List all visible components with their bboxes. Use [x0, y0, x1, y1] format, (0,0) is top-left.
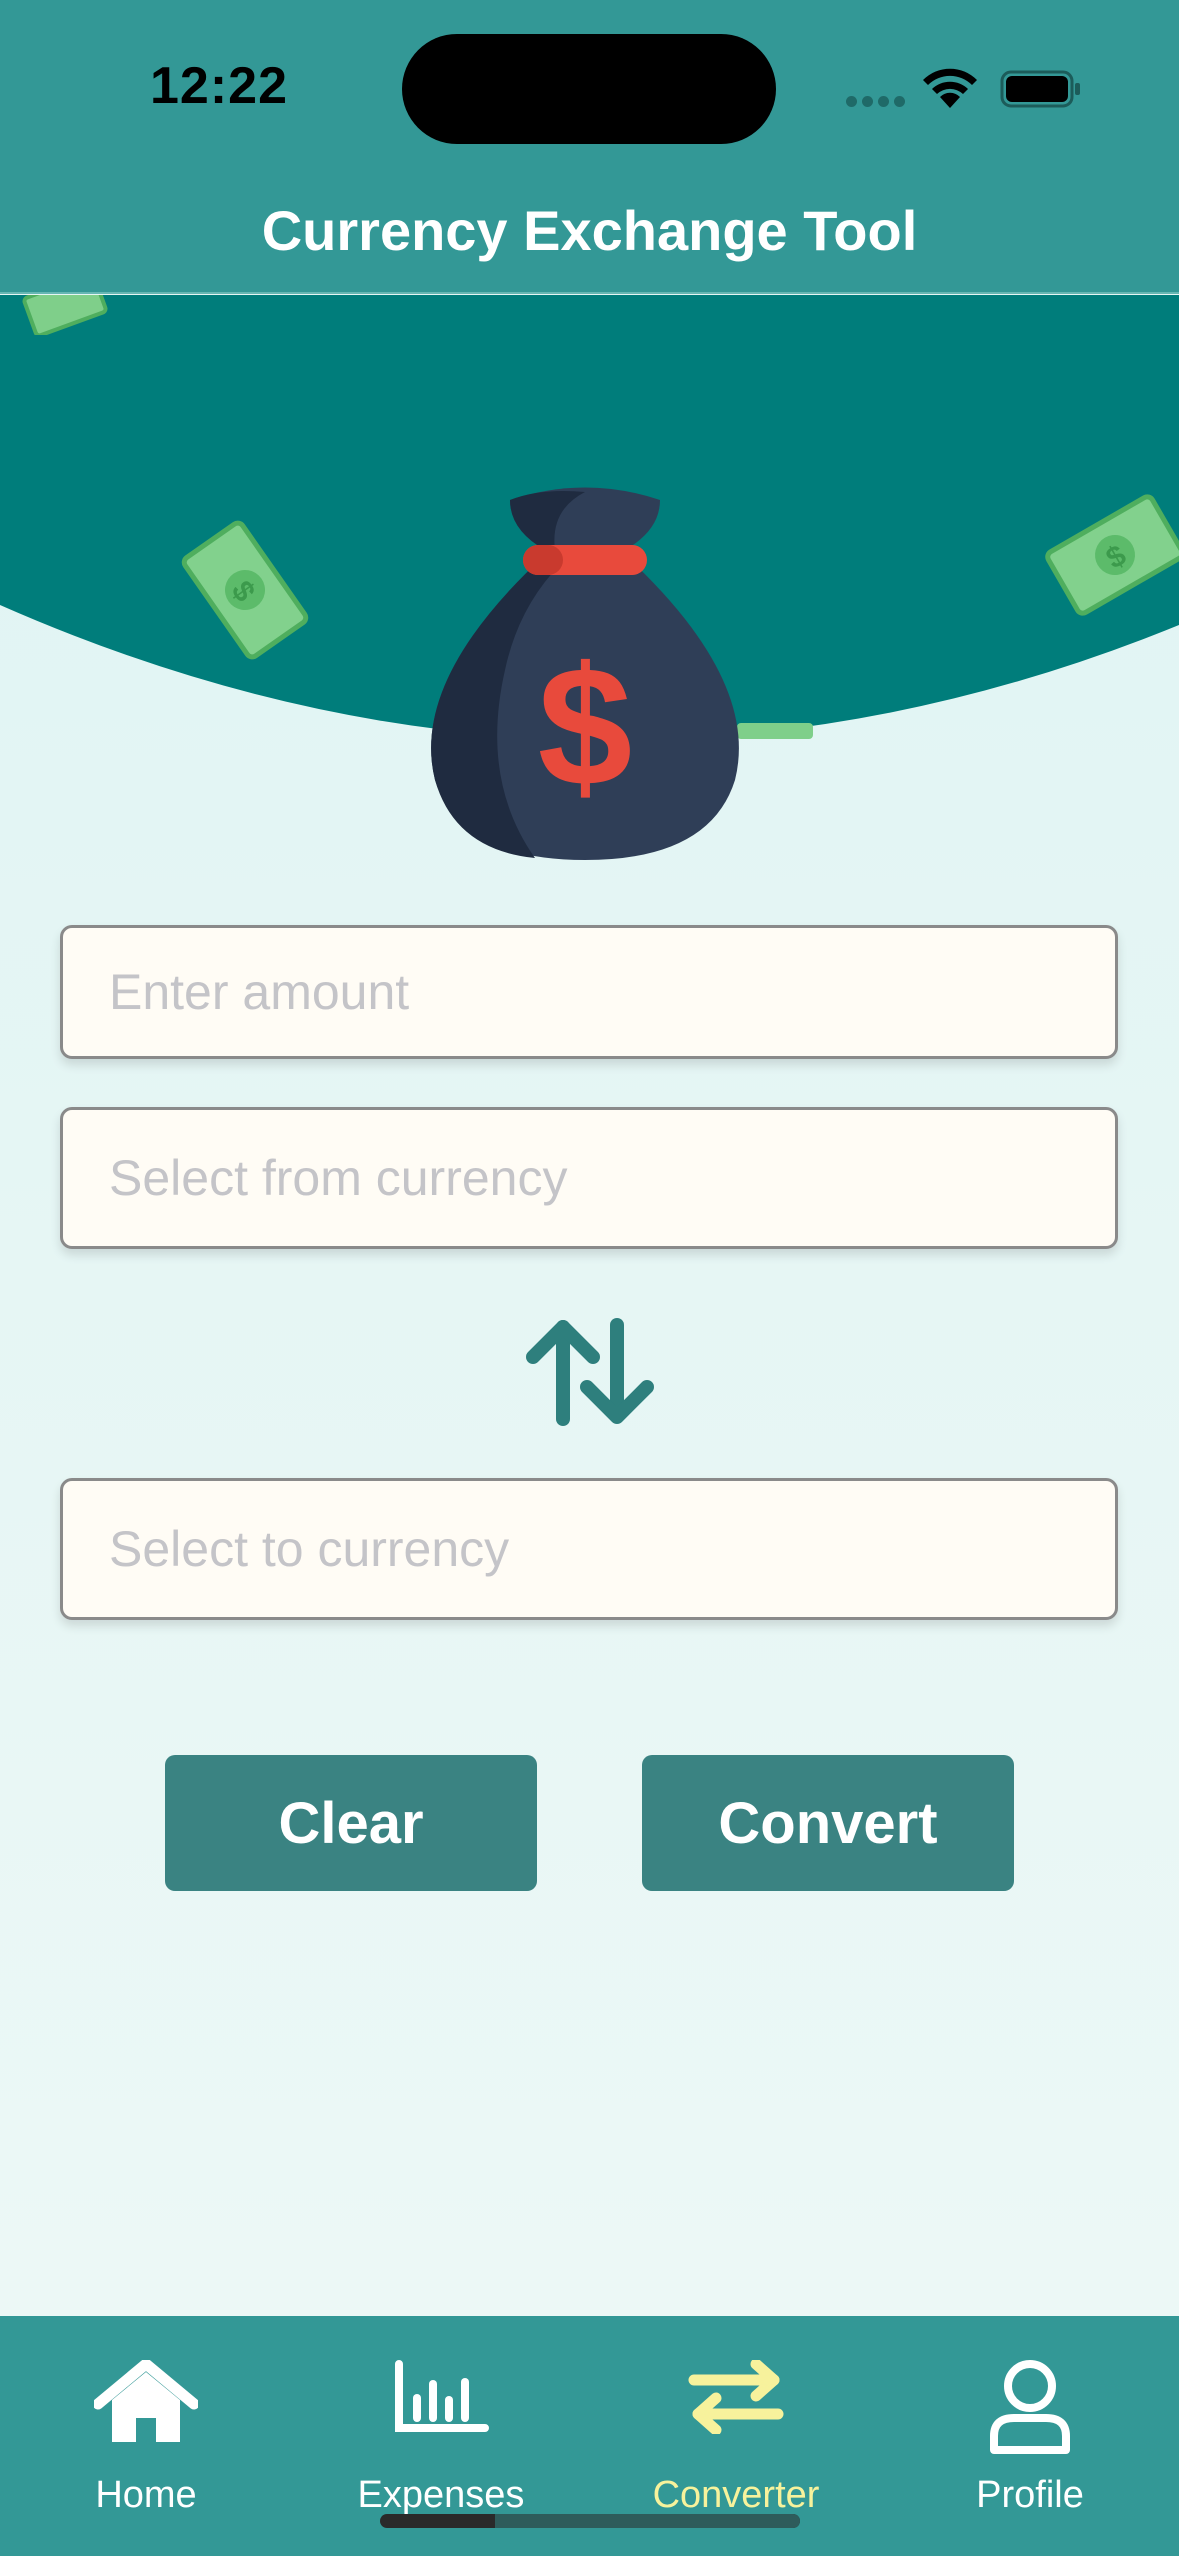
- amount-field[interactable]: [60, 925, 1118, 1059]
- home-icon: [94, 2360, 198, 2442]
- tab-label: Home: [95, 2474, 197, 2516]
- money-bag-icon: $: [431, 487, 739, 860]
- to-currency-field[interactable]: [60, 1478, 1118, 1620]
- nav-header: Currency Exchange Tool: [0, 170, 1179, 294]
- page-title: Currency Exchange Tool: [261, 199, 918, 262]
- tab-label: Profile: [976, 2474, 1084, 2516]
- status-bar: 12:22: [0, 0, 1179, 170]
- clear-button[interactable]: Clear: [165, 1755, 537, 1891]
- money-bill-icon: $: [181, 520, 309, 660]
- tab-profile[interactable]: Profile: [910, 2316, 1150, 2516]
- swap-vertical-arrows-icon[interactable]: [525, 1315, 655, 1430]
- money-bill-icon: $: [1045, 494, 1179, 616]
- home-indicator: [380, 2514, 800, 2528]
- status-time: 12:22: [150, 57, 288, 115]
- tab-label: Converter: [652, 2474, 820, 2516]
- convert-button[interactable]: Convert: [642, 1755, 1014, 1891]
- money-bill-icon: [22, 295, 108, 335]
- cellular-signal-icon: [846, 96, 906, 108]
- wifi-icon: [923, 68, 977, 108]
- svg-text:$: $: [538, 632, 633, 822]
- dynamic-island: [402, 34, 776, 144]
- from-currency-select[interactable]: [63, 1110, 1115, 1246]
- amount-input[interactable]: [63, 928, 1115, 1056]
- bar-chart-icon: [395, 2360, 489, 2432]
- converter-content: $ $ $ Clear C: [0, 295, 1179, 2316]
- tab-label: Expenses: [357, 2474, 525, 2516]
- tab-converter[interactable]: Converter: [616, 2316, 856, 2516]
- battery-icon: [1000, 70, 1080, 108]
- tab-home[interactable]: Home: [26, 2316, 266, 2516]
- person-icon: [990, 2360, 1070, 2454]
- to-currency-select[interactable]: [63, 1481, 1115, 1617]
- from-currency-field[interactable]: [60, 1107, 1118, 1249]
- tab-expenses[interactable]: Expenses: [321, 2316, 561, 2516]
- swap-horizontal-icon: [688, 2360, 784, 2434]
